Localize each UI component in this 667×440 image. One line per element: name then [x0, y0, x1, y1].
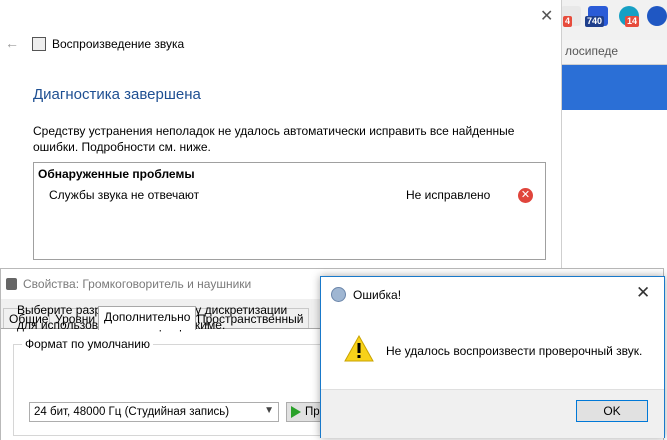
browser-toolbar: 4 740 14 [561, 0, 667, 40]
mail-badge: 740 [585, 16, 605, 27]
page-title: Диагностика завершена [33, 86, 201, 103]
warning-icon [344, 335, 374, 362]
chevron-down-icon: ▼ [264, 405, 274, 416]
page-header-band [561, 65, 667, 110]
properties-title: Свойства: Громкоговоритель и наушники [23, 277, 252, 291]
error-message: Не удалось воспроизвести проверочный зву… [386, 344, 643, 358]
app-title: Воспроизведение звука [52, 37, 185, 51]
back-arrow-icon[interactable]: ← [5, 35, 19, 51]
error-footer: OK [321, 389, 664, 438]
error-titlebar: Ошибка! ✕ [321, 277, 664, 314]
bookmark-link[interactable]: лосипеде [565, 44, 618, 58]
close-icon[interactable]: ✕ [540, 6, 553, 26]
error-title: Ошибка! [353, 288, 402, 302]
result-description: Средству устранения неполадок не удалось… [33, 124, 515, 154]
speaker-app-icon [331, 287, 346, 302]
extension-badge: 4 [563, 16, 573, 27]
bookmarks-bar: лосипеде [561, 40, 667, 65]
speaker-icon [6, 278, 17, 290]
error-icon: ✕ [518, 188, 533, 203]
default-format-group: Формат по умолчанию [13, 337, 335, 436]
error-dialog: Ошибка! ✕ Не удалось воспроизвести прове… [320, 276, 665, 438]
problems-header: Обнаруженные проблемы [38, 167, 195, 181]
tab-advanced[interactable]: Дополнительно [98, 306, 197, 330]
problem-name: Службы звука не отвечают [49, 188, 200, 202]
ok-button[interactable]: OK [576, 400, 648, 422]
play-icon [291, 406, 301, 418]
close-icon[interactable]: ✕ [636, 283, 650, 303]
extension-badge: 14 [625, 16, 640, 27]
profile-icon[interactable] [647, 6, 667, 26]
format-selected-value: 24 бит, 48000 Гц (Студийная запись) [34, 406, 230, 418]
default-format-label: Формат по умолчанию [22, 337, 153, 351]
troubleshooter-app-icon [32, 37, 46, 51]
page-content [561, 110, 667, 270]
background-browser-window: 4 740 14 лосипеде [561, 0, 667, 270]
test-button-label: Пр [305, 406, 320, 418]
problems-list: Обнаруженные проблемы Службы звука не от… [33, 162, 546, 260]
format-select[interactable]: 24 бит, 48000 Гц (Студийная запись) ▼ [29, 402, 279, 422]
troubleshooter-window: ✕ ← Воспроизведение звука Диагностика за… [0, 0, 562, 270]
problem-status: Не исправлено [406, 188, 491, 202]
